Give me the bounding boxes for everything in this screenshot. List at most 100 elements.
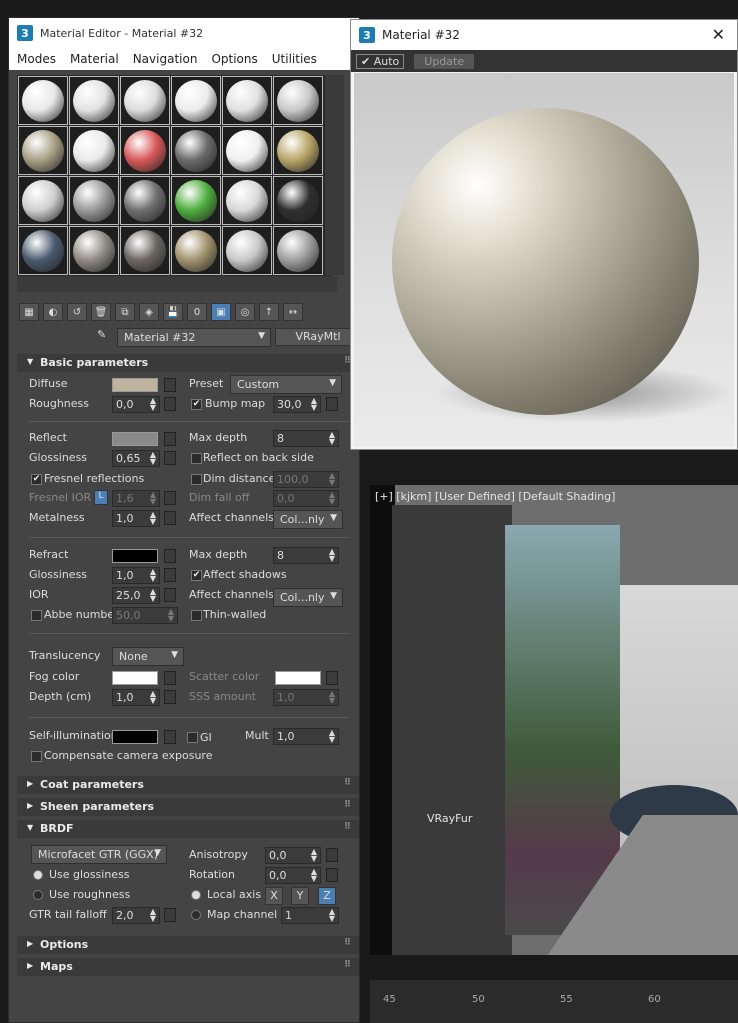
anisotropy-map-button[interactable]	[326, 848, 338, 862]
sample-slot[interactable]	[222, 126, 272, 175]
dim-distance-checkbox[interactable]	[191, 474, 202, 485]
editor-titlebar[interactable]: 3 Material Editor - Material #32	[9, 18, 359, 48]
go-parent-icon[interactable]: ↑	[259, 303, 279, 321]
show-end-icon[interactable]: ◎	[235, 303, 255, 321]
self-illum-swatch[interactable]	[112, 730, 158, 744]
refl-max-depth-spinner[interactable]: 8 ▲ ▼	[273, 430, 339, 447]
menu-modes[interactable]: Modes	[17, 52, 56, 66]
horizontal-scrollbar[interactable]	[17, 276, 337, 292]
sample-slot[interactable]	[171, 176, 221, 225]
show-map-icon[interactable]: ▣	[211, 303, 231, 321]
compensate-checkbox[interactable]	[31, 751, 42, 762]
sample-slot[interactable]	[273, 126, 323, 175]
metalness-map-button[interactable]	[164, 511, 176, 525]
sample-slot[interactable]	[222, 76, 272, 125]
menu-utilities[interactable]: Utilities	[272, 52, 317, 66]
mult-spinner[interactable]: 1,0 ▲ ▼	[273, 728, 339, 745]
bump-spinner[interactable]: 30,0 ▲ ▼	[273, 396, 321, 413]
metalness-spinner[interactable]: 1,0 ▲ ▼	[112, 510, 160, 527]
axis-x-button[interactable]: X	[265, 887, 283, 905]
reflect-swatch[interactable]	[112, 432, 158, 446]
update-button[interactable]: Update	[414, 53, 475, 69]
rollout-brdf[interactable]: ▼ BRDF ⠿	[17, 820, 359, 838]
bump-map-button[interactable]	[326, 397, 338, 411]
sample-slot[interactable]	[222, 226, 272, 275]
roughness-spinner[interactable]: 0,0 ▲ ▼	[112, 396, 160, 413]
material-name-field[interactable]: Material #32 ▼	[117, 328, 271, 347]
fresnel-checkbox[interactable]: ✔	[31, 474, 42, 485]
rollout-sheen-parameters[interactable]: ▶ Sheen parameters ⠿	[17, 798, 359, 816]
refr-glossiness-spinner[interactable]: 1,0 ▲ ▼	[112, 567, 160, 584]
scatter-color-swatch[interactable]	[275, 671, 321, 685]
diffuse-swatch[interactable]	[112, 378, 158, 392]
sample-slot[interactable]	[120, 176, 170, 225]
menu-options[interactable]: Options	[211, 52, 257, 66]
axis-z-button[interactable]: Z	[318, 887, 336, 905]
fresnel-ior-map-button[interactable]	[164, 491, 176, 505]
unique-icon[interactable]: ◈	[139, 303, 159, 321]
sample-slot[interactable]	[120, 126, 170, 175]
sample-slot[interactable]	[69, 126, 119, 175]
refr-gloss-map-button[interactable]	[164, 568, 176, 582]
refr-max-depth-spinner[interactable]: 8 ▲ ▼	[273, 547, 339, 564]
go-sibling-icon[interactable]: ↔	[283, 303, 303, 321]
reflect-map-button[interactable]	[164, 432, 176, 446]
fresnel-ior-lock-button[interactable]: L	[94, 490, 108, 505]
close-icon[interactable]: ✕	[712, 25, 725, 44]
map-channel-spinner[interactable]: 1 ▲ ▼	[281, 907, 339, 924]
rotation-spinner[interactable]: 0,0 ▲ ▼	[265, 867, 321, 884]
local-axis-radio[interactable]	[191, 890, 201, 900]
fog-map-button[interactable]	[164, 671, 176, 685]
axis-y-button[interactable]: Y	[291, 887, 309, 905]
rollout-maps[interactable]: ▶ Maps ⠿	[17, 958, 359, 976]
fog-color-swatch[interactable]	[112, 671, 158, 685]
sample-slot[interactable]	[171, 126, 221, 175]
refract-map-button[interactable]	[164, 549, 176, 563]
sample-slot[interactable]	[171, 76, 221, 125]
diffuse-map-button[interactable]	[164, 378, 176, 392]
thin-walled-checkbox[interactable]	[191, 610, 202, 621]
sample-slot[interactable]	[18, 126, 68, 175]
sample-slot[interactable]	[171, 226, 221, 275]
id-icon[interactable]: 0	[187, 303, 207, 321]
rollout-options[interactable]: ▶ Options ⠿	[17, 936, 359, 954]
anisotropy-spinner[interactable]: 0,0 ▲ ▼	[265, 847, 321, 864]
sample-slot[interactable]	[18, 226, 68, 275]
refl-affect-channels-dropdown[interactable]: Col...nly ▼	[273, 510, 343, 529]
dim-distance-spinner[interactable]: 100,0 ▲ ▼	[273, 471, 339, 488]
save-icon[interactable]: 💾	[163, 303, 183, 321]
put-to-scene-icon[interactable]: ▦	[19, 303, 39, 321]
gi-checkbox[interactable]	[187, 732, 198, 743]
auto-toggle[interactable]: ✔ Auto	[356, 53, 405, 69]
refract-swatch[interactable]	[112, 549, 158, 563]
use-glossiness-radio[interactable]	[33, 870, 43, 880]
sample-slot[interactable]	[69, 226, 119, 275]
eyedropper-icon[interactable]: ✎	[97, 328, 106, 341]
sample-slot[interactable]	[18, 176, 68, 225]
preset-dropdown[interactable]: Custom ▼	[230, 375, 342, 394]
self-illum-map-button[interactable]	[164, 730, 176, 744]
bump-map-checkbox[interactable]: ✔	[191, 399, 202, 410]
sample-slot[interactable]	[273, 176, 323, 225]
menu-material[interactable]: Material	[70, 52, 119, 66]
map-channel-radio[interactable]	[191, 910, 201, 920]
ior-map-button[interactable]	[164, 588, 176, 602]
use-roughness-radio[interactable]	[33, 890, 43, 900]
roughness-map-button[interactable]	[164, 397, 176, 411]
perspective-viewport[interactable]: [+] [kjkm] [User Defined] [Default Shadi…	[370, 485, 738, 955]
sample-slot[interactable]	[273, 226, 323, 275]
viewport-label[interactable]: [+] [kjkm] [User Defined] [Default Shadi…	[375, 490, 615, 503]
sample-slot[interactable]	[18, 76, 68, 125]
sample-slot[interactable]	[120, 226, 170, 275]
reflect-back-checkbox[interactable]	[191, 453, 202, 464]
preview-titlebar[interactable]: 3 Material #32	[351, 20, 737, 50]
depth-map-button[interactable]	[164, 690, 176, 704]
ior-spinner[interactable]: 25,0 ▲ ▼	[112, 587, 160, 604]
rotation-map-button[interactable]	[326, 868, 338, 882]
translucency-dropdown[interactable]: None ▼	[112, 647, 184, 666]
scatter-map-button[interactable]	[326, 671, 338, 685]
sample-slot[interactable]	[69, 176, 119, 225]
gtr-tail-spinner[interactable]: 2,0 ▲ ▼	[112, 907, 160, 924]
assign-icon[interactable]: ◐	[43, 303, 63, 321]
sss-amount-spinner[interactable]: 1,0 ▲ ▼	[273, 689, 339, 706]
